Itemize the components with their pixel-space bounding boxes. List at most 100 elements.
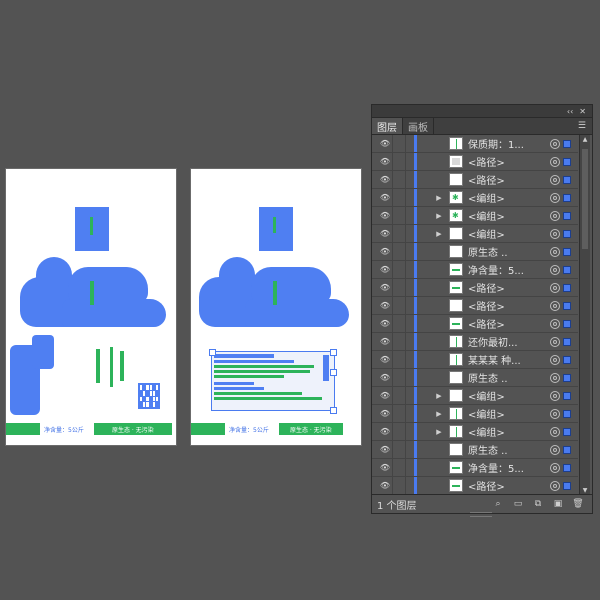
layer-row[interactable]: 👁 <路径>	[372, 477, 578, 495]
layer-row[interactable]: 👁 保质期：1...	[372, 135, 578, 153]
weight-text[interactable]: 净含量：5公斤	[229, 425, 269, 434]
scroll-thumb[interactable]	[582, 149, 588, 249]
vertical-text[interactable]	[120, 351, 124, 381]
layers-panel[interactable]: ‹‹ ✕ 图层 画板 ☰ 👁 保质期：1... 👁 <路径> 👁 <路径> 👁 ▶ ✱ <编组> 👁…	[371, 104, 593, 517]
selection-handle[interactable]	[209, 349, 216, 356]
layer-row[interactable]: 👁 ▶ ✱ <编组>	[372, 207, 578, 225]
plant-artwork[interactable]	[32, 335, 54, 369]
collapse-panel-button[interactable]: ‹‹	[567, 107, 573, 116]
lock-toggle[interactable]	[392, 207, 406, 224]
selection-indicator[interactable]	[563, 247, 571, 256]
visibility-eye-icon[interactable]: 👁	[378, 139, 392, 148]
panel-menu-icon[interactable]: ☰	[578, 121, 586, 131]
target-circle-icon[interactable]	[550, 300, 560, 311]
layer-row[interactable]: 👁 ▶ <编组>	[372, 225, 578, 243]
selection-indicator[interactable]	[563, 463, 571, 472]
layer-list[interactable]: 👁 保质期：1... 👁 <路径> 👁 <路径> 👁 ▶ ✱ <编组> 👁 ▶ ✱ <编组> 👁 ▶ <编组> 👁…	[372, 135, 578, 496]
lock-toggle[interactable]	[392, 189, 406, 206]
target-circle-icon[interactable]	[550, 462, 560, 473]
target-circle-icon[interactable]	[550, 426, 560, 437]
layer-name[interactable]: 原生态 ..	[468, 442, 550, 457]
selection-indicator[interactable]	[563, 355, 571, 364]
target-circle-icon[interactable]	[550, 444, 560, 455]
panel-title-bar[interactable]: ‹‹ ✕	[372, 105, 592, 118]
visibility-eye-icon[interactable]: 👁	[378, 481, 392, 490]
layer-name[interactable]: 某某某 种...	[468, 352, 550, 367]
vertical-text[interactable]	[110, 347, 113, 387]
layer-name[interactable]: <路径>	[468, 280, 550, 295]
selection-indicator[interactable]	[563, 229, 571, 238]
artwork-blob[interactable]	[68, 267, 148, 303]
target-circle-icon[interactable]	[550, 246, 560, 257]
new-layer-icon[interactable]: ▣	[552, 498, 564, 510]
lock-toggle[interactable]	[392, 243, 406, 260]
target-circle-icon[interactable]	[550, 372, 560, 383]
resize-grip[interactable]	[470, 512, 492, 517]
target-circle-icon[interactable]	[550, 336, 560, 347]
selection-indicator[interactable]	[563, 265, 571, 274]
target-circle-icon[interactable]	[550, 264, 560, 275]
layer-row[interactable]: 👁 还你最初...	[372, 333, 578, 351]
layer-name[interactable]: <编组>	[468, 406, 550, 421]
visibility-eye-icon[interactable]: 👁	[378, 283, 392, 292]
layer-name[interactable]: 还你最初...	[468, 334, 550, 349]
lock-toggle[interactable]	[392, 261, 406, 278]
layer-name[interactable]: <编组>	[468, 424, 550, 439]
scroll-up-icon[interactable]: ▲	[580, 135, 590, 145]
make-clipping-mask-icon[interactable]: ▭	[512, 498, 524, 510]
lock-toggle[interactable]	[392, 351, 406, 368]
locate-object-icon[interactable]: ⌕	[492, 498, 504, 510]
expand-arrow-icon[interactable]: ▶	[433, 410, 445, 418]
lock-toggle[interactable]	[392, 369, 406, 386]
expand-arrow-icon[interactable]: ▶	[433, 392, 445, 400]
bottom-bar[interactable]: 净含量：5公斤 原生态 · 无污染	[6, 423, 176, 435]
tab-layers[interactable]: 图层	[372, 118, 403, 134]
lock-toggle[interactable]	[392, 297, 406, 314]
selection-indicator[interactable]	[563, 193, 571, 202]
close-panel-button[interactable]: ✕	[579, 107, 586, 116]
tab-artboards[interactable]: 画板	[403, 118, 434, 134]
artwork-blob[interactable]	[62, 299, 166, 327]
visibility-eye-icon[interactable]: 👁	[378, 427, 392, 436]
layer-row[interactable]: 👁 某某某 种...	[372, 351, 578, 369]
artboard-1[interactable]: 净含量：5公斤 原生态 · 无污染	[6, 169, 176, 445]
visibility-eye-icon[interactable]: 👁	[378, 265, 392, 274]
selection-handle[interactable]	[330, 407, 337, 414]
layer-row[interactable]: 👁 ▶ <编组>	[372, 405, 578, 423]
layer-row[interactable]: 👁 原生态 ..	[372, 441, 578, 459]
lock-toggle[interactable]	[392, 405, 406, 422]
target-circle-icon[interactable]	[550, 480, 560, 491]
visibility-eye-icon[interactable]: 👁	[378, 463, 392, 472]
selection-handle[interactable]	[330, 369, 337, 376]
expand-arrow-icon[interactable]: ▶	[433, 230, 445, 238]
bottom-bar[interactable]: 净含量：5公斤 原生态 · 无污染	[191, 423, 361, 435]
vertical-bar-art[interactable]	[323, 355, 329, 381]
selection-indicator[interactable]	[563, 427, 571, 436]
weight-text[interactable]: 净含量：5公斤	[44, 425, 84, 434]
layer-name[interactable]: <路径>	[468, 172, 550, 187]
target-circle-icon[interactable]	[550, 174, 560, 185]
lock-toggle[interactable]	[392, 459, 406, 476]
selection-indicator[interactable]	[563, 211, 571, 220]
layer-name[interactable]: <路径>	[468, 316, 550, 331]
visibility-eye-icon[interactable]: 👁	[378, 337, 392, 346]
selection-indicator[interactable]	[563, 373, 571, 382]
qr-code[interactable]	[138, 383, 160, 409]
layer-name[interactable]: 净含量：5...	[468, 460, 550, 475]
layer-row[interactable]: 👁 原生态 ..	[372, 369, 578, 387]
top-image-block[interactable]	[259, 207, 293, 251]
layer-name[interactable]: <路径>	[468, 478, 550, 493]
selection-indicator[interactable]	[563, 445, 571, 454]
layer-row[interactable]: 👁 <路径>	[372, 297, 578, 315]
selection-indicator[interactable]	[563, 157, 571, 166]
layer-row[interactable]: 👁 净含量：5...	[372, 459, 578, 477]
lock-toggle[interactable]	[392, 477, 406, 494]
artboard-2[interactable]: 净含量：5公斤 原生态 · 无污染	[191, 169, 361, 445]
selection-indicator[interactable]	[563, 283, 571, 292]
layer-name[interactable]: <编组>	[468, 388, 550, 403]
tag-badge[interactable]: 原生态 · 无污染	[278, 423, 343, 435]
layer-row[interactable]: 👁 <路径>	[372, 153, 578, 171]
layer-name[interactable]: <编组>	[468, 190, 550, 205]
visibility-eye-icon[interactable]: 👁	[378, 355, 392, 364]
layer-row[interactable]: 👁 原生态 ..	[372, 243, 578, 261]
